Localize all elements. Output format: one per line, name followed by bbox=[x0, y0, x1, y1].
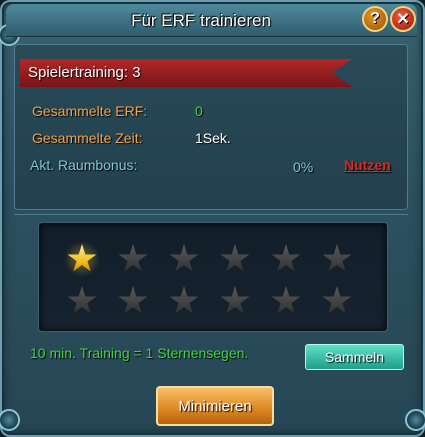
section-divider bbox=[14, 214, 408, 215]
frame-corner-ornament bbox=[405, 409, 425, 431]
question-mark-icon: ? bbox=[370, 10, 380, 27]
collected-erf-label: Gesammelte ERF: bbox=[32, 103, 148, 119]
minimize-button[interactable]: Minimieren bbox=[156, 386, 274, 426]
room-bonus-label: Akt. Raumbonus: bbox=[30, 157, 138, 173]
help-button[interactable]: ? bbox=[362, 6, 388, 32]
star-blessing-grid bbox=[38, 222, 388, 332]
collected-time-value: 1Sek. bbox=[195, 130, 231, 146]
player-training-level: Spielertraining: 3 bbox=[28, 64, 141, 81]
close-icon: ✕ bbox=[396, 11, 410, 28]
room-bonus-value: 0% bbox=[293, 159, 314, 175]
use-bonus-link[interactable]: Nutzen bbox=[344, 157, 391, 173]
collected-time-label: Gesammelte Zeit: bbox=[32, 130, 143, 146]
collected-erf-value: 0 bbox=[195, 103, 203, 119]
close-button[interactable]: ✕ bbox=[390, 6, 416, 32]
frame-corner-ornament bbox=[0, 409, 20, 431]
window-title: Für ERF trainieren bbox=[131, 11, 271, 30]
training-info-text: 10 min. Training = 1 Sternensegen. bbox=[30, 345, 249, 361]
title-bar: Für ERF trainieren ? ✕ bbox=[6, 4, 417, 37]
collect-button[interactable]: Sammeln bbox=[305, 344, 404, 370]
